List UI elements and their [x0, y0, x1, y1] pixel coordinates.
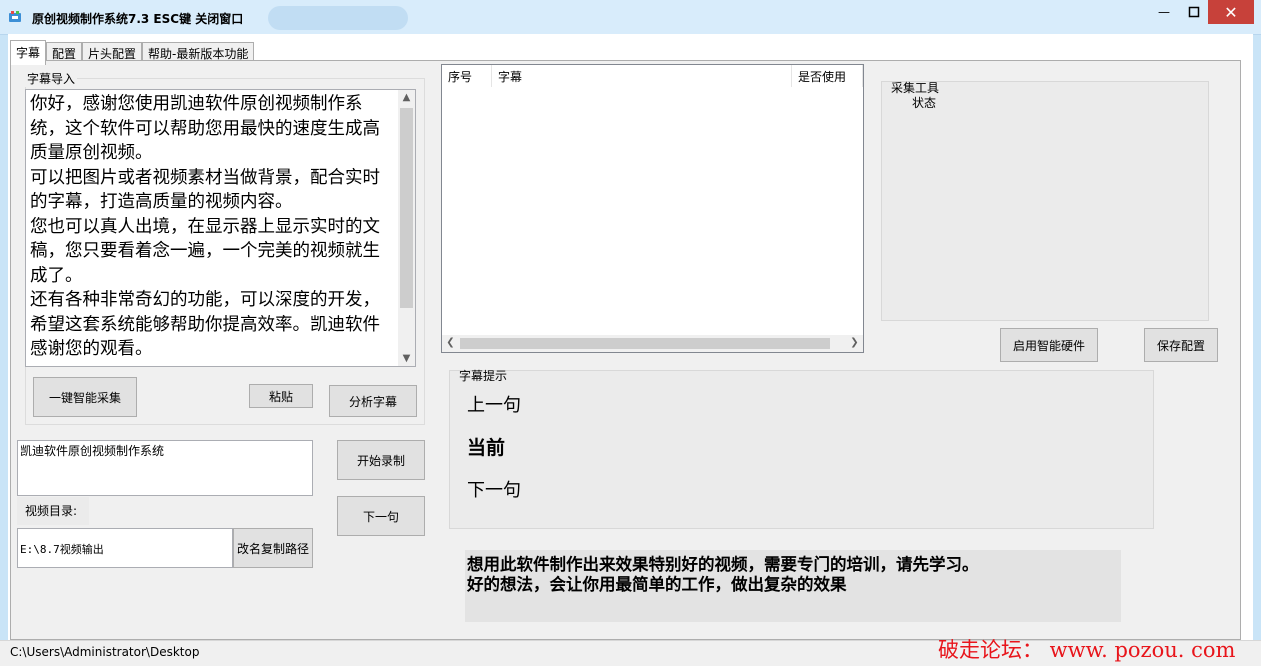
next-sentence-text: 下一句	[467, 480, 521, 501]
subtitle-import-textarea[interactable]: 你好，感谢您使用凯迪软件原创视频制作系统，这个软件可以帮助您用最快的速度生成高质…	[25, 89, 416, 367]
scroll-left-icon[interactable]: ❮	[442, 337, 459, 348]
video-dir-label: 视频目录:	[17, 497, 89, 525]
minimize-button[interactable]: —	[1150, 0, 1178, 24]
status-path: C:\Users\Administrator\Desktop	[10, 645, 200, 659]
subtitle-import-label: 字幕导入	[25, 70, 78, 87]
tab-page-subtitles: 字幕导入 你好，感谢您使用凯迪软件原创视频制作系统，这个软件可以帮助您用最快的速…	[10, 60, 1241, 640]
close-button[interactable]: ✕	[1208, 0, 1254, 24]
title-bar: 原创视频制作系统7.3 ESC键 关闭窗口 — ✕	[0, 0, 1261, 35]
video-title-input[interactable]: 凯迪软件原创视频制作系统	[17, 440, 313, 496]
subtitle-hint-group	[449, 370, 1154, 529]
window-title: 原创视频制作系统7.3 ESC键 关闭窗口	[32, 12, 244, 26]
paste-button[interactable]: 粘贴	[249, 384, 313, 408]
collect-tool-group	[881, 81, 1209, 321]
hscroll-thumb[interactable]	[460, 338, 830, 349]
analyze-subtitles-button[interactable]: 分析字幕	[329, 385, 417, 417]
tab-subtitles[interactable]: 字幕	[10, 40, 47, 65]
subtitle-hint-label: 字幕提示	[459, 369, 508, 383]
current-sentence-text: 当前	[467, 437, 506, 459]
next-sentence-button[interactable]: 下一句	[337, 496, 425, 536]
column-header-used[interactable]: 是否使用	[792, 65, 863, 87]
smart-collect-button[interactable]: 一键智能采集	[33, 377, 137, 417]
collect-status-label: 状态	[912, 96, 937, 110]
start-recording-button[interactable]: 开始录制	[337, 440, 425, 480]
tab-strip: 字幕 配置 片头配置 帮助-最新版本功能	[10, 40, 255, 65]
notice-box: 想用此软件制作出来效果特别好的视频，需要专门的培训，请先学习。 好的想法，会让你…	[465, 550, 1121, 622]
notice-line-2: 好的想法，会让你用最简单的工作，做出复杂的效果	[467, 575, 847, 594]
video-dir-input[interactable]: E:\8.7视频输出	[17, 528, 233, 568]
scroll-right-icon[interactable]: ❯	[846, 337, 863, 348]
enable-smart-hardware-button[interactable]: 启用智能硬件	[1000, 328, 1098, 362]
list-hscrollbar[interactable]: ❮ ❯	[442, 335, 863, 352]
save-config-button[interactable]: 保存配置	[1144, 328, 1218, 362]
scroll-up-icon[interactable]: ▲	[398, 92, 415, 103]
scroll-down-icon[interactable]: ▼	[398, 353, 415, 364]
subtitle-list[interactable]: 序号 字幕 是否使用 ❮ ❯	[441, 64, 864, 353]
column-header-subtitle[interactable]: 字幕	[492, 65, 792, 87]
scroll-thumb[interactable]	[400, 108, 413, 308]
watermark-text: 破走论坛： www. pozou. com	[938, 638, 1236, 662]
textarea-scrollbar[interactable]: ▲ ▼	[398, 90, 415, 366]
app-icon	[9, 11, 21, 22]
previous-sentence-text: 上一句	[467, 395, 521, 416]
column-header-index[interactable]: 序号	[442, 65, 492, 87]
subtitle-import-text: 你好，感谢您使用凯迪软件原创视频制作系统，这个软件可以帮助您用最快的速度生成高质…	[30, 94, 380, 359]
video-title-value: 凯迪软件原创视频制作系统	[20, 444, 165, 458]
video-dir-value: E:\8.7视频输出	[20, 543, 104, 556]
maximize-button[interactable]	[1180, 0, 1208, 24]
maximize-icon	[1188, 6, 1200, 18]
rename-copy-path-button[interactable]: 改名复制路径	[233, 528, 313, 568]
blurred-region	[268, 6, 408, 30]
